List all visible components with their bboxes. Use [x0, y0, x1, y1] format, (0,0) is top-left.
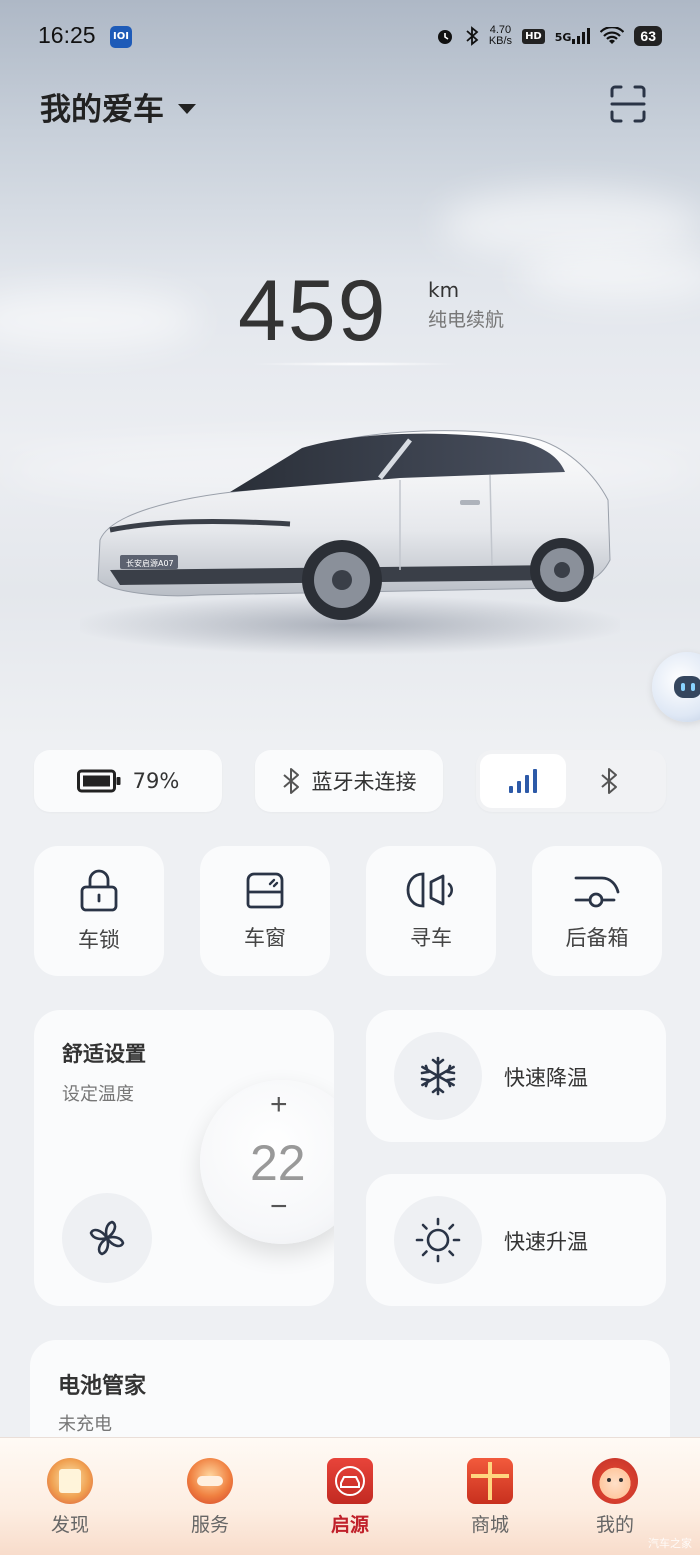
scan-icon[interactable]: [606, 82, 650, 126]
bluetooth-status-pill[interactable]: 蓝牙未连接: [255, 750, 443, 812]
network-mode-tab[interactable]: [480, 754, 566, 808]
battery-level: 63: [634, 26, 662, 46]
tab-qiyuan-label: 启源: [330, 1514, 369, 1536]
car-image: 长安启源A07: [80, 430, 620, 655]
alarm-icon: [437, 30, 452, 44]
tab-mall-label: 商城: [470, 1514, 509, 1536]
network-type: 5G: [554, 31, 572, 44]
headlight-icon: [406, 872, 453, 908]
bluetooth-status-icon: [466, 26, 479, 46]
service-icon: [187, 1458, 233, 1504]
bluetooth-icon: [601, 768, 617, 794]
status-bar: 16:25 IOI 4.70 KB/s HD 5G 63: [0, 0, 700, 72]
trunk-icon: [574, 876, 620, 908]
window-icon: [246, 872, 284, 909]
tab-qiyuan[interactable]: 启源: [300, 1450, 400, 1537]
window-button[interactable]: 车窗: [200, 846, 330, 976]
temperature-value: 22: [250, 1135, 306, 1191]
find-car-button[interactable]: 寻车: [366, 846, 496, 976]
bottom-navigation: 发现 服务 启源 商城 我的 汽车之家: [0, 1437, 700, 1555]
range-glow: [250, 362, 460, 366]
lock-label: 车锁: [78, 928, 120, 952]
discover-icon: [47, 1458, 93, 1504]
svg-text:长安启源A07: 长安启源A07: [126, 558, 174, 568]
tab-service[interactable]: 服务: [160, 1450, 260, 1537]
range-label: 纯电续航: [428, 309, 505, 331]
battery-percent: 79%: [132, 769, 180, 793]
trunk-label: 后备箱: [565, 926, 629, 950]
quick-cool-label: 快速降温: [504, 1066, 588, 1090]
tab-discover[interactable]: 发现: [20, 1450, 120, 1537]
lock-icon: [80, 869, 118, 912]
comfort-title: 舒适设置: [62, 1042, 146, 1066]
profile-icon: [592, 1458, 638, 1504]
lock-button[interactable]: 车锁: [34, 846, 164, 976]
range-unit: km: [428, 278, 460, 302]
comfort-subtitle: 设定温度: [62, 1084, 134, 1105]
signal-icon: 5G: [555, 28, 591, 44]
sun-icon: [415, 1217, 461, 1263]
signal-bars-icon: [509, 769, 537, 793]
trunk-button[interactable]: 后备箱: [532, 846, 662, 976]
charging-status: 未充电: [58, 1414, 112, 1435]
battery-icon: [76, 769, 121, 793]
quick-heat-label: 快速升温: [504, 1230, 588, 1254]
network-speed-unit: KB/s: [488, 35, 513, 47]
tab-mine-label: 我的: [595, 1514, 634, 1536]
vehicle-selector[interactable]: 我的爱车: [40, 84, 196, 129]
quick-heat-button[interactable]: 快速升温: [366, 1174, 666, 1306]
fan-icon: [89, 1220, 125, 1256]
snowflake-icon: [420, 1056, 456, 1096]
bluetooth-icon: [282, 768, 299, 794]
gift-icon: [467, 1458, 513, 1504]
tab-mall[interactable]: 商城: [440, 1450, 540, 1537]
window-label: 车窗: [244, 926, 286, 950]
network-speed: 4.70 KB/s: [489, 25, 512, 47]
bluetooth-status-text: 蓝牙未连接: [311, 770, 417, 794]
tab-discover-label: 发现: [50, 1514, 89, 1536]
temperature-dial[interactable]: + 22 −: [200, 1080, 334, 1244]
range-value: 459: [238, 263, 388, 359]
temp-decrease-button[interactable]: −: [270, 1190, 288, 1224]
battery-status-pill[interactable]: 79%: [34, 750, 222, 812]
find-car-label: 寻车: [410, 926, 452, 950]
car-home-icon: [327, 1458, 373, 1504]
sun-icon-wrap: [394, 1196, 482, 1284]
wifi-icon: [600, 27, 625, 44]
app-notification-icon: IOI: [110, 26, 132, 48]
bluetooth-mode-tab[interactable]: [566, 754, 652, 808]
snowflake-icon-wrap: [394, 1032, 482, 1120]
robot-icon: [674, 676, 700, 698]
quick-cool-button[interactable]: 快速降温: [366, 1010, 666, 1142]
battery-manager-title: 电池管家: [58, 1374, 147, 1399]
hd-badge: HD: [522, 28, 545, 44]
chevron-down-icon: [178, 103, 196, 114]
tab-mine[interactable]: 我的: [565, 1450, 665, 1537]
temp-increase-button[interactable]: +: [270, 1088, 288, 1122]
page-title: 我的爱车: [40, 92, 164, 128]
comfort-settings-card[interactable]: 舒适设置 设定温度 + 22 −: [34, 1010, 334, 1306]
fan-button[interactable]: [62, 1193, 152, 1283]
status-time: 16:25: [38, 22, 96, 48]
watermark: 汽车之家: [648, 1537, 692, 1550]
tab-service-label: 服务: [190, 1514, 229, 1536]
connection-mode-toggle[interactable]: [476, 750, 666, 812]
